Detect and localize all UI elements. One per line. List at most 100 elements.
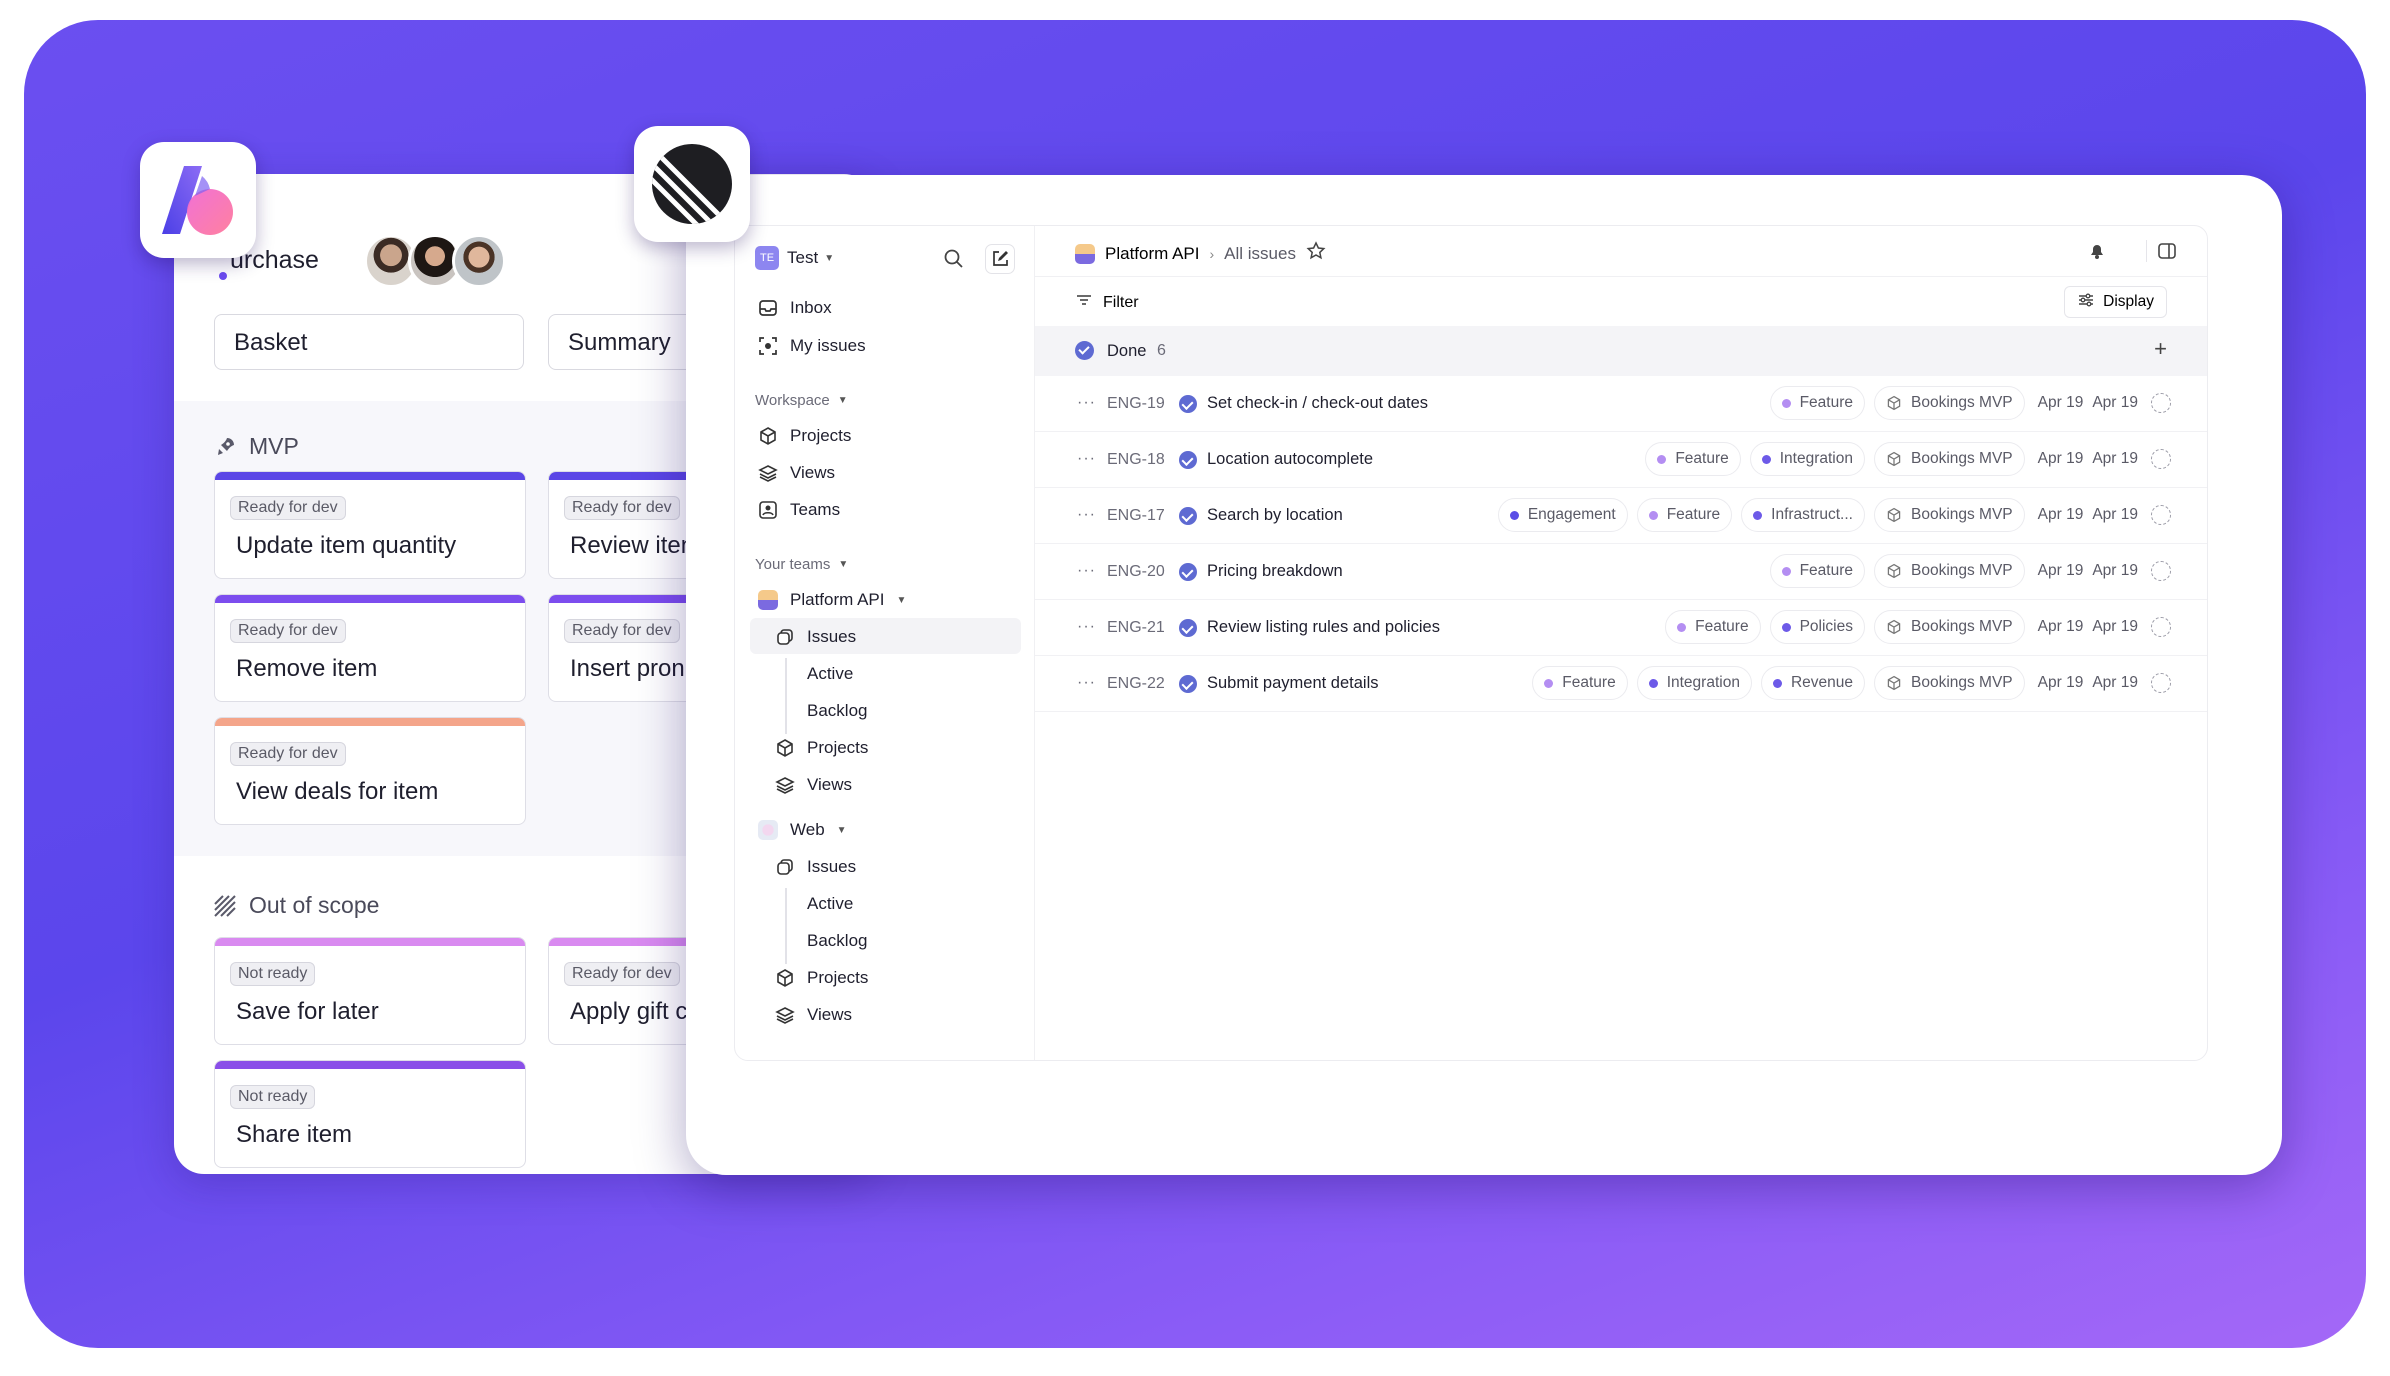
- label-chip[interactable]: Infrastruct...: [1741, 498, 1865, 532]
- breadcrumb-view[interactable]: All issues: [1224, 244, 1296, 264]
- your-teams-group-header[interactable]: Your teams ▼: [755, 556, 848, 573]
- more-icon[interactable]: ···: [1077, 562, 1096, 580]
- story-card[interactable]: Ready for dev Update item quantity: [214, 471, 526, 579]
- sidebar-item-teams[interactable]: Teams: [758, 500, 840, 520]
- assignee-icon[interactable]: [2151, 561, 2171, 581]
- assignee-icon[interactable]: [2151, 505, 2171, 525]
- done-status-icon[interactable]: [1179, 563, 1197, 581]
- label-chip[interactable]: Feature: [1769, 386, 1865, 420]
- sidebar-item-backlog[interactable]: Backlog: [807, 931, 867, 951]
- done-status-icon[interactable]: [1179, 507, 1197, 525]
- sidebar-item-active[interactable]: Active: [807, 894, 853, 914]
- project-chip[interactable]: Bookings MVP: [1873, 442, 2025, 476]
- story-card[interactable]: Ready for dev Remove item: [214, 594, 526, 702]
- search-icon[interactable]: [943, 248, 965, 275]
- project-chip[interactable]: Bookings MVP: [1873, 554, 2025, 588]
- filter-button[interactable]: Filter: [1075, 291, 1139, 314]
- label-name: Feature: [1675, 450, 1729, 467]
- issue-row[interactable]: ··· ENG-18 Location autocomplete Feature Int…: [1035, 432, 2207, 488]
- project-chip[interactable]: Bookings MVP: [1873, 386, 2025, 420]
- assignee-icon[interactable]: [2151, 673, 2171, 693]
- section-out-of-scope-header: Out of scope: [213, 892, 379, 919]
- start-date[interactable]: Apr 19: [2038, 450, 2084, 468]
- breadcrumb-team[interactable]: Platform API: [1105, 244, 1199, 264]
- workspace-group-header[interactable]: Workspace ▼: [755, 392, 848, 409]
- star-icon[interactable]: [1306, 241, 1326, 266]
- label-chip[interactable]: Feature: [1769, 554, 1865, 588]
- sidebar-item-issues[interactable]: Issues: [775, 627, 856, 647]
- start-date[interactable]: Apr 19: [2038, 562, 2084, 580]
- story-card[interactable]: Not ready Share item: [214, 1060, 526, 1168]
- tab-basket[interactable]: Basket: [214, 314, 524, 370]
- sidebar-item-team-views[interactable]: Views: [775, 1005, 852, 1025]
- issue-row[interactable]: ··· ENG-17 Search by location Engagement Fea…: [1035, 488, 2207, 544]
- label-chip[interactable]: Feature: [1665, 610, 1761, 644]
- new-issue-button[interactable]: [985, 244, 1015, 274]
- story-card[interactable]: Not ready Save for later: [214, 937, 526, 1045]
- project-chip[interactable]: Bookings MVP: [1873, 610, 2025, 644]
- sidebar-item-label: Issues: [807, 627, 857, 646]
- label-name: Feature: [1799, 562, 1853, 579]
- add-icon[interactable]: +: [2154, 336, 2167, 362]
- assignee-icon[interactable]: [2151, 617, 2171, 637]
- label-chip[interactable]: Feature: [1636, 498, 1733, 532]
- story-card[interactable]: Ready for dev View deals for item: [214, 717, 526, 825]
- sidebar-item-team-views[interactable]: Views: [775, 775, 852, 795]
- issue-row[interactable]: ··· ENG-19 Set check-in / check-out dates F…: [1035, 376, 2207, 432]
- done-status-icon[interactable]: [1179, 395, 1197, 413]
- more-icon[interactable]: ···: [1077, 618, 1096, 636]
- more-icon[interactable]: ···: [1077, 450, 1096, 468]
- done-status-icon[interactable]: [1179, 619, 1197, 637]
- sidebar-item-my-issues[interactable]: My issues: [758, 336, 866, 356]
- start-date[interactable]: Apr 19: [2038, 618, 2084, 636]
- sidebar-item-team-projects[interactable]: Projects: [775, 968, 868, 988]
- more-icon[interactable]: ···: [1077, 394, 1096, 412]
- start-date[interactable]: Apr 19: [2038, 506, 2084, 524]
- label-chip[interactable]: Policies: [1769, 610, 1865, 644]
- sliders-icon: [2077, 291, 2095, 314]
- project-chip[interactable]: Bookings MVP: [1873, 498, 2025, 532]
- team-platform-api[interactable]: Platform API ▼: [758, 590, 906, 610]
- sidebar-item-label: Views: [790, 463, 836, 482]
- sidebar-item-team-projects[interactable]: Projects: [775, 738, 868, 758]
- sidebar-toggle-icon[interactable]: [2157, 241, 2177, 266]
- label-chip[interactable]: Integration: [1636, 666, 1752, 700]
- sidebar-item-active[interactable]: Active: [807, 664, 853, 684]
- due-date[interactable]: Apr 19: [2092, 394, 2138, 412]
- sidebar-item-projects[interactable]: Projects: [758, 426, 851, 446]
- label-name: Integration: [1779, 450, 1853, 467]
- due-date[interactable]: Apr 19: [2092, 562, 2138, 580]
- issue-row[interactable]: ··· ENG-20 Pricing breakdown Feature Booking…: [1035, 544, 2207, 600]
- workspace-switcher[interactable]: TE Test ▼: [755, 246, 834, 270]
- bell-icon[interactable]: [2087, 241, 2107, 266]
- assignee-icon[interactable]: [2151, 393, 2171, 413]
- due-date[interactable]: Apr 19: [2092, 506, 2138, 524]
- sidebar-item-inbox[interactable]: Inbox: [758, 298, 832, 318]
- sidebar-item-views[interactable]: Views: [758, 463, 835, 483]
- start-date[interactable]: Apr 19: [2038, 394, 2084, 412]
- team-web[interactable]: Web ▼: [758, 820, 847, 840]
- label-chip[interactable]: Feature: [1645, 442, 1741, 476]
- due-date[interactable]: Apr 19: [2092, 674, 2138, 692]
- label-chip[interactable]: Engagement: [1497, 498, 1628, 532]
- done-status-icon[interactable]: [1179, 451, 1197, 469]
- sidebar-item-issues[interactable]: Issues: [775, 857, 856, 877]
- issue-row[interactable]: ··· ENG-21 Review listing rules and polici…: [1035, 600, 2207, 656]
- label-chip[interactable]: Feature: [1532, 666, 1628, 700]
- due-date[interactable]: Apr 19: [2092, 450, 2138, 468]
- label-chip[interactable]: Integration: [1749, 442, 1865, 476]
- due-date[interactable]: Apr 19: [2092, 618, 2138, 636]
- more-icon[interactable]: ···: [1077, 506, 1096, 524]
- done-status-icon[interactable]: [1179, 675, 1197, 693]
- project-chip[interactable]: Bookings MVP: [1873, 666, 2025, 700]
- start-date[interactable]: Apr 19: [2038, 674, 2084, 692]
- display-button[interactable]: Display: [2064, 286, 2167, 318]
- label-dot-icon: [1648, 678, 1658, 688]
- more-icon[interactable]: ···: [1077, 674, 1096, 692]
- avatar[interactable]: [452, 234, 506, 288]
- issue-row[interactable]: ··· ENG-22 Submit payment details Feature In…: [1035, 656, 2207, 712]
- label-chip[interactable]: Revenue: [1760, 666, 1865, 700]
- sidebar-item-backlog[interactable]: Backlog: [807, 701, 867, 721]
- assignee-icon[interactable]: [2151, 449, 2171, 469]
- group-header-done[interactable]: Done 6 +: [1035, 326, 2207, 376]
